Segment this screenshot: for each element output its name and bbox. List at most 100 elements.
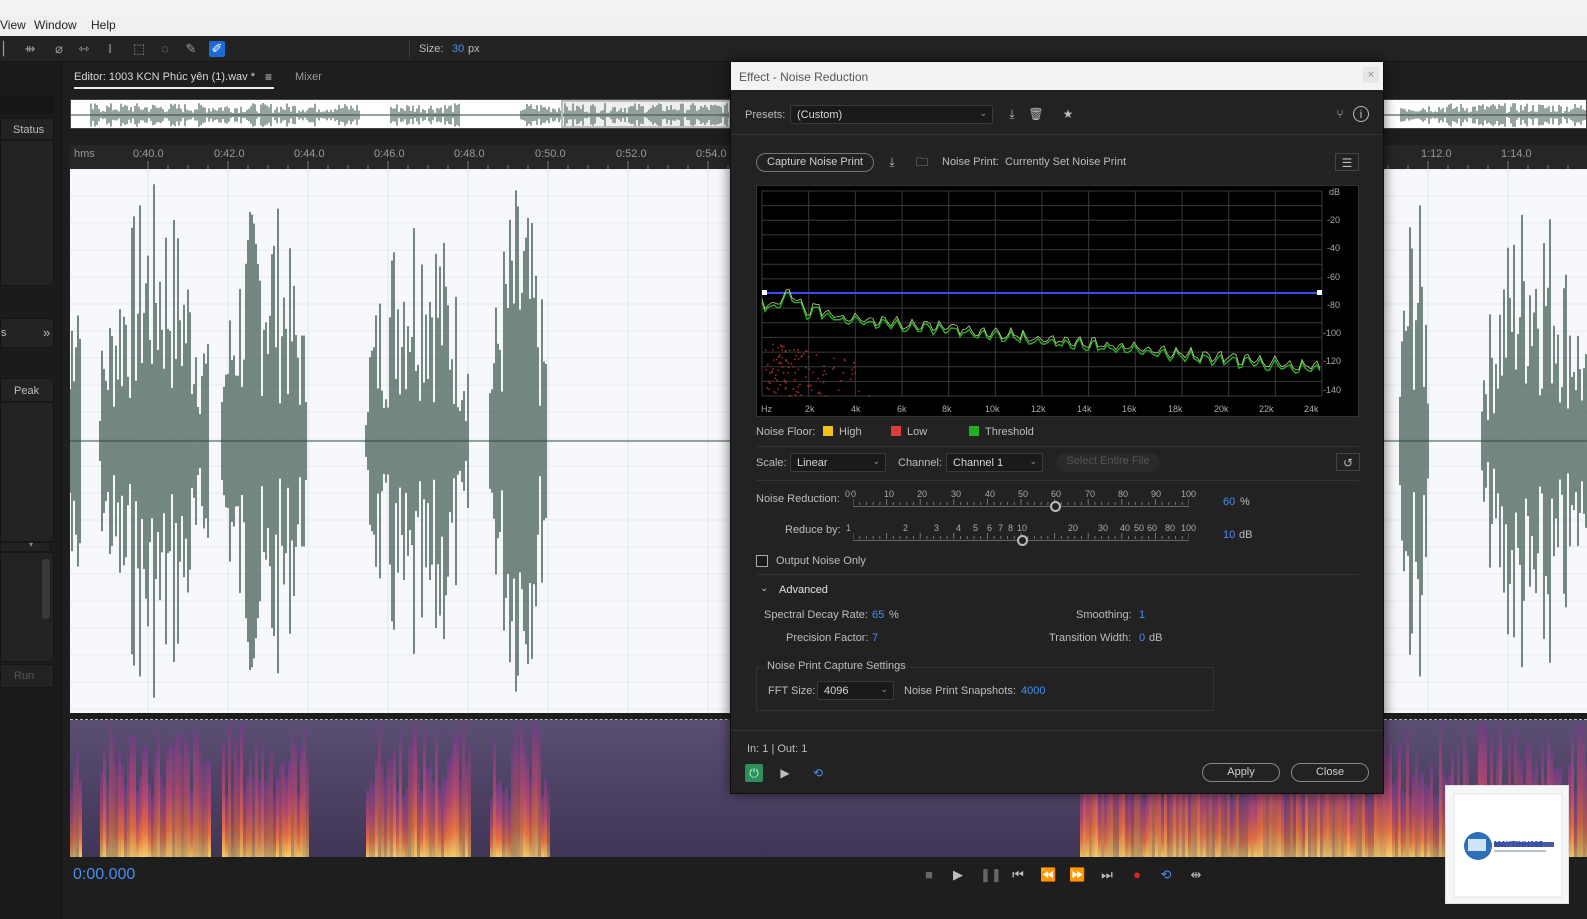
loop-preview-icon[interactable]: ⟲ [809, 764, 827, 782]
slider-scale-num: 70 [1085, 489, 1096, 499]
power-toggle-icon[interactable]: ⏻ [745, 764, 763, 782]
slip-tool-icon[interactable]: ⇿ [76, 41, 92, 57]
spectral-decay-value[interactable]: 65 [872, 609, 884, 621]
reduce-by-knob[interactable] [1017, 535, 1028, 546]
hz-tick: 8k [942, 404, 952, 414]
options-divider [756, 574, 1359, 575]
editor-tab[interactable]: Editor: 1003 KCN Phúc yên (1).wav * [74, 71, 255, 83]
play-icon[interactable]: ▶ [950, 867, 966, 883]
slider-scale-num: 100 [1181, 489, 1197, 499]
noise-reduction-slider[interactable]: 0 0 10 20 30 40 50 60 70 80 90 100 [843, 486, 1197, 516]
graph-menu-icon[interactable]: ☰ [1335, 153, 1359, 171]
slider-scale-num: 30 [951, 489, 962, 499]
slider-scale-num: 30 [1098, 523, 1109, 533]
time-selection-tool-icon[interactable]: I [102, 41, 118, 57]
scale-divider [756, 480, 1359, 481]
spot-healing-tool-icon[interactable]: ✐ [209, 41, 225, 57]
presets-label: Presets: [745, 109, 786, 121]
dialog-title-bar[interactable]: Effect - Noise Reduction [731, 62, 1383, 90]
move-tool-icon[interactable]: ⇻ [22, 41, 38, 57]
go-to-start-icon[interactable]: ⏮ [1010, 867, 1026, 883]
presets-dropdown[interactable]: (Custom) ⌄ [790, 105, 993, 124]
save-noise-print-icon[interactable]: ⤓ [883, 153, 901, 171]
stop-icon[interactable]: ■ [921, 867, 937, 883]
loop-icon[interactable]: ⟲ [1158, 867, 1174, 883]
capture-noise-print-button[interactable]: Capture Noise Print [756, 153, 874, 172]
menu-help[interactable]: Help [91, 18, 116, 32]
save-preset-icon[interactable]: ⤓ [1003, 105, 1021, 123]
slider-scale-num: 90 [1151, 489, 1162, 499]
lasso-tool-icon[interactable]: ◌ [157, 41, 173, 57]
overview-viewport[interactable] [561, 100, 731, 128]
noise-reduction-value[interactable]: 60 [1223, 496, 1235, 508]
precision-factor-value[interactable]: 7 [872, 632, 878, 644]
fast-forward-icon[interactable]: ⏩ [1069, 867, 1085, 883]
info-icon[interactable]: i [1353, 106, 1369, 122]
menu-window[interactable]: Window [34, 18, 77, 32]
pause-icon[interactable]: ❚❚ [980, 867, 1002, 883]
marquee-tool-icon[interactable]: ⬚ [131, 41, 147, 57]
razor-tool-icon[interactable]: ⌀ [51, 41, 67, 57]
menu-view[interactable]: View [0, 18, 26, 32]
scale-dropdown[interactable]: Linear ⌄ [790, 453, 886, 472]
smoothing-value[interactable]: 1 [1139, 609, 1145, 621]
ruler-tick: 0:52.0 [616, 148, 647, 160]
dialog-close-icon[interactable]: × [1363, 67, 1379, 83]
go-to-end-icon[interactable]: ⏭ [1099, 867, 1115, 883]
snapshots-value[interactable]: 4000 [1021, 685, 1045, 697]
apply-button[interactable]: Apply [1202, 763, 1280, 782]
tab-menu-icon[interactable]: ≡ [265, 70, 272, 84]
delete-preset-icon[interactable]: 🗑 [1027, 105, 1045, 123]
peak-label: Peak [14, 385, 40, 397]
hz-tick: 16k [1122, 404, 1137, 414]
transition-width-unit: dB [1149, 632, 1163, 644]
advanced-toggle[interactable]: Advanced [779, 584, 828, 596]
run-button[interactable]: Run [0, 664, 54, 688]
spectral-decay-unit: % [889, 609, 899, 621]
preview-play-icon[interactable]: ▶ [776, 764, 794, 782]
noise-floor-graph[interactable]: dB -20 -40 -60 -80 -100 -120 -140 Hz 2k … [756, 185, 1359, 417]
file-list-area [0, 140, 54, 286]
size-label: Size: [419, 43, 444, 55]
noise-reduction-label: Noise Reduction: [756, 493, 840, 505]
mixer-tab[interactable]: Mixer [295, 71, 322, 83]
size-value[interactable]: 30 [452, 43, 464, 55]
select-entire-file-button[interactable]: Select Entire File [1056, 453, 1160, 472]
record-icon[interactable]: ● [1129, 867, 1145, 883]
favorite-star-icon[interactable]: ★ [1059, 105, 1077, 123]
noise-reduction-knob[interactable] [1050, 501, 1061, 512]
status-label: Status [13, 124, 45, 136]
routing-icon[interactable]: ⑂ [1331, 105, 1349, 123]
rewind-icon[interactable]: ⏪ [1040, 867, 1056, 883]
slider-scale-num: 50 [1018, 489, 1029, 499]
slider-scale-num: 20 [917, 489, 928, 499]
db-tick: -80 [1327, 300, 1341, 310]
slider-scale-num: 2 [903, 523, 909, 533]
channel-value: Channel 1 [953, 457, 1004, 469]
advanced-chevron-icon[interactable]: ⌄ [760, 583, 768, 594]
scrollbar[interactable] [42, 559, 50, 619]
current-time-display[interactable]: 0:00.000 [73, 866, 135, 884]
transition-width-value[interactable]: 0 [1139, 632, 1145, 644]
left-panel-search[interactable] [0, 96, 54, 114]
close-button[interactable]: Close [1291, 763, 1369, 782]
fft-size-dropdown[interactable]: 4096 ⌄ [817, 681, 894, 700]
channel-dropdown[interactable]: Channel 1 ⌄ [946, 453, 1043, 472]
ruler-tick: 0:50.0 [535, 148, 566, 160]
low-swatch [891, 426, 901, 436]
brush-tool-icon[interactable]: ✎ [183, 41, 199, 57]
ruler-tick: 0:42.0 [214, 148, 245, 160]
reduce-by-slider[interactable]: 1 2 3 4 5 6 7 8 10 20 30 40 50 60 80 100 [843, 520, 1196, 550]
open-folder-icon[interactable]: 🗀 [913, 153, 931, 171]
hz-tick: 2k [805, 404, 815, 414]
reduce-by-value[interactable]: 10 [1223, 529, 1235, 541]
skip-selection-icon[interactable]: ⇹ [1188, 867, 1204, 883]
channel-label: Channel: [898, 457, 943, 469]
output-noise-only-checkbox[interactable] [756, 555, 768, 567]
reset-icon[interactable]: ↺ [1336, 453, 1360, 471]
expand-panel-icon[interactable]: » [43, 325, 50, 340]
dialog-title: Effect - Noise Reduction [739, 70, 869, 84]
chevron-down-icon: ⌄ [1029, 456, 1037, 466]
hz-tick: 14k [1077, 404, 1092, 414]
dropdown-strip[interactable]: ▾ [0, 540, 50, 552]
